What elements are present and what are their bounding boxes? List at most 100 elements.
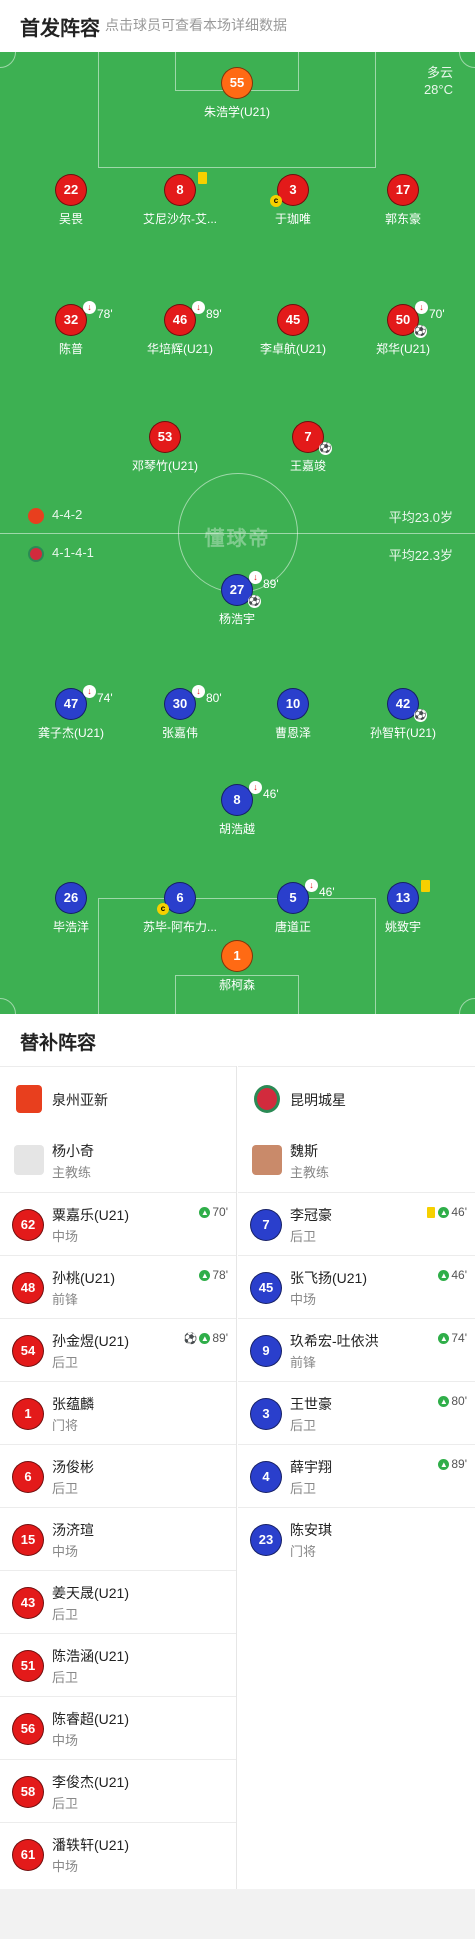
sub-in-icon: ▲ — [199, 1270, 211, 1282]
sub-position: 后卫 — [52, 1355, 79, 1370]
sub-event: ▲ 70' — [199, 1205, 228, 1219]
sub-position: 前锋 — [52, 1292, 79, 1307]
sub-number: 58 — [12, 1776, 44, 1808]
sub-row-away[interactable]: 23 陈安琪 门将 — [238, 1507, 475, 1570]
yellow-card-icon — [198, 172, 207, 184]
goal-ball-icon: ⚽ — [414, 325, 427, 338]
sub-minute: 78' — [212, 1268, 228, 1282]
goal-ball-icon: ⚽ — [183, 1333, 198, 1346]
player-number: 3c — [270, 174, 309, 207]
home-team-header[interactable]: 泉州亚新 — [0, 1066, 236, 1129]
away-team-header[interactable]: 昆明城星 — [238, 1066, 475, 1129]
player-15[interactable]: 42 ⚽ 孙智轩(U21) — [338, 688, 468, 741]
sub-in-icon: ▲ — [438, 1396, 450, 1408]
home-team-logo-icon — [16, 1085, 42, 1113]
sub-row-home[interactable]: 43 姜天晟(U21) 后卫 — [0, 1570, 236, 1633]
home-team-badge-icon — [28, 507, 44, 524]
sub-position: 后卫 — [52, 1796, 79, 1811]
player-number: 22 — [55, 174, 87, 206]
player-4[interactable]: 17 郭东豪 — [338, 174, 468, 227]
sub-row-home[interactable]: 15 汤济瑄 中场 — [0, 1507, 236, 1570]
sub-position: 中场 — [290, 1292, 317, 1307]
sub-in-icon: ▲ — [199, 1333, 211, 1345]
player-name: 杨浩宇 — [218, 612, 255, 626]
away-coach-role: 主教练 — [290, 1165, 330, 1180]
sub-row-home[interactable]: 62 粟嘉乐(U21) 中场 ▲ 70' — [0, 1192, 236, 1255]
sub-number: 62 — [12, 1209, 44, 1241]
sub-event: ▲ 46' — [427, 1205, 467, 1219]
sub-row-home[interactable]: 58 李俊杰(U21) 后卫 — [0, 1759, 236, 1822]
sub-row-home[interactable]: 6 汤俊彬 后卫 — [0, 1444, 236, 1507]
player-8[interactable]: 50 ↓ 70' ⚽ 郑华(U21) — [338, 301, 468, 357]
player-name: 孙智轩(U21) — [369, 726, 436, 740]
sub-position: 后卫 — [52, 1481, 79, 1496]
goal-ball-icon: ⚽ — [319, 442, 332, 455]
home-coach[interactable]: 杨小奇 主教练 — [0, 1129, 236, 1192]
sub-position: 门将 — [290, 1544, 317, 1559]
player-number: 8 — [164, 172, 207, 206]
player-6[interactable]: 46 ↓ 89' 华培辉(U21) — [115, 301, 245, 357]
sub-off-minute: 89' — [206, 307, 222, 321]
player-name: 张嘉伟 — [161, 726, 198, 740]
sub-row-home[interactable]: 51 陈浩涵(U21) 后卫 — [0, 1633, 236, 1696]
sub-row-away[interactable]: 9 玖希宏-吐依洪 前锋 ▲ 74' — [238, 1318, 475, 1381]
sub-off-icon: ↓ — [83, 301, 96, 314]
player-18[interactable]: 6 c 苏毕-阿布力... — [115, 882, 245, 935]
sub-in-icon: ▲ — [438, 1207, 450, 1219]
sub-position: 后卫 — [290, 1229, 317, 1244]
sub-event: ▲ 46' — [438, 1268, 467, 1282]
sub-number: 56 — [12, 1713, 44, 1745]
yellow-card-icon — [421, 880, 430, 892]
captain-icon: c — [157, 903, 169, 915]
away-formation-row: 4-1-4-1 — [28, 545, 94, 562]
sub-off-icon: ↓ — [415, 301, 428, 314]
sub-name: 姜天晟(U21) — [52, 1585, 130, 1601]
home-team-name: 泉州亚新 — [52, 1092, 108, 1108]
sub-number: 45 — [250, 1272, 282, 1304]
sub-off-icon: ↓ — [83, 685, 96, 698]
sub-row-home[interactable]: 54 孙金煜(U21) 后卫 ⚽ ▲ 89' — [0, 1318, 236, 1381]
sub-row-away[interactable]: 4 薛宇翔 后卫 ▲ 89' — [238, 1444, 475, 1507]
sub-event: ▲ 89' — [438, 1457, 467, 1471]
sub-in-icon: ▲ — [438, 1459, 450, 1471]
player-13[interactable]: 30 ↓ 80' 张嘉伟 — [115, 685, 245, 741]
away-coach[interactable]: 魏斯 主教练 — [238, 1129, 475, 1192]
sub-position: 中场 — [52, 1229, 79, 1244]
sub-row-away[interactable]: 3 王世豪 后卫 ▲ 80' — [238, 1381, 475, 1444]
sub-number: 9 — [250, 1335, 282, 1367]
sub-row-home[interactable]: 61 潘轶轩(U21) 中场 — [0, 1822, 236, 1885]
sub-off-minute: 46' — [263, 787, 279, 801]
sub-in-icon: ▲ — [438, 1333, 450, 1345]
sub-position: 前锋 — [290, 1355, 317, 1370]
sub-position: 后卫 — [52, 1607, 79, 1622]
sub-position: 中场 — [52, 1544, 79, 1559]
sub-off-minute: 74' — [97, 691, 113, 705]
away-team-name: 昆明城星 — [290, 1092, 346, 1108]
home-formation-row: 4-4-2 — [28, 507, 82, 524]
player-number: 46 ↓ 89' — [164, 301, 222, 336]
sub-row-home[interactable]: 1 张蕴麟 门将 — [0, 1381, 236, 1444]
player-21[interactable]: 1 郝柯森 — [172, 940, 302, 993]
sub-name: 王世豪 — [290, 1396, 332, 1412]
player-number: 47 ↓ 74' — [55, 685, 113, 720]
player-0[interactable]: 55 朱浩学(U21) — [172, 67, 302, 120]
weather-temperature: 28°C — [423, 82, 453, 97]
player-10[interactable]: 7 ⚽ 王嘉竣 — [243, 421, 373, 474]
player-number: 45 — [277, 304, 309, 336]
page-subtitle: 点击球员可查看本场详细数据 — [105, 17, 287, 33]
sub-name: 孙金煜(U21) — [52, 1333, 130, 1349]
player-2[interactable]: 8 艾尼沙尔-艾... — [115, 172, 245, 227]
sub-row-home[interactable]: 48 孙桃(U21) 前锋 ▲ 78' — [0, 1255, 236, 1318]
sub-row-home[interactable]: 56 陈睿超(U21) 中场 — [0, 1696, 236, 1759]
sub-row-away[interactable]: 45 张飞扬(U21) 中场 ▲ 46' — [238, 1255, 475, 1318]
sub-name: 薛宇翔 — [290, 1459, 332, 1475]
player-16[interactable]: 8 ↓ 46' 胡浩越 — [172, 781, 302, 837]
player-11[interactable]: 27 ↓ 89' ⚽ 杨浩宇 — [172, 571, 302, 627]
player-9[interactable]: 53 邓琴竹(U21) — [100, 421, 230, 474]
home-avg-age: 平均23.0岁 — [388, 510, 453, 525]
player-number: 5 ↓ 46' — [277, 879, 335, 914]
sub-row-away[interactable]: 7 李冠豪 后卫 ▲ 46' — [238, 1192, 475, 1255]
sub-name: 李俊杰(U21) — [52, 1774, 130, 1790]
player-20[interactable]: 13 姚致宇 — [338, 880, 468, 935]
yellow-card-icon — [427, 1207, 436, 1219]
